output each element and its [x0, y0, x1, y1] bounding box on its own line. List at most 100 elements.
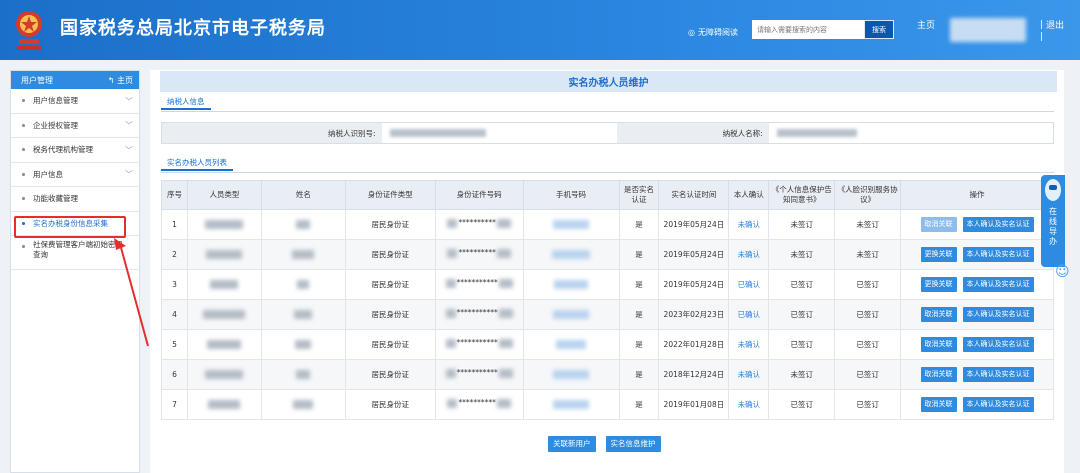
- cell-id-type: 居民身份证: [344, 389, 436, 420]
- confirm-status: 未确认: [737, 249, 761, 259]
- relation-button[interactable]: 取消关联: [920, 307, 957, 322]
- col-header: 序号: [161, 180, 188, 210]
- main-panel: 实名办税人员维护 纳税人信息 纳税人识别号: 纳税人名称: 实名办税人员列表 序…: [150, 70, 1064, 473]
- accessibility-link[interactable]: ◎ 无障碍阅读: [688, 27, 738, 38]
- relation-button[interactable]: 取消关联: [920, 397, 957, 412]
- bullet-icon: [22, 99, 25, 103]
- confirm-auth-button[interactable]: 本人确认及实名认证: [962, 277, 1034, 292]
- confirm-status: 未确认: [737, 339, 761, 349]
- cell-phone: [522, 389, 620, 420]
- relation-button[interactable]: 取消关联: [920, 337, 957, 352]
- cell-verified: 是: [618, 359, 660, 390]
- confirm-auth-button[interactable]: 本人确认及实名认证: [962, 337, 1034, 352]
- table-row: 3 居民身份证 *********** 是 2019年05月24日 已确认 已签订 已签订 更换…: [161, 269, 1054, 300]
- cell-person-type: [186, 359, 262, 390]
- cell-privacy-consent: 已签订: [768, 389, 836, 420]
- tab-divider: [161, 111, 1054, 112]
- cell-verify-date: 2018年12月24日: [658, 359, 730, 390]
- search-button[interactable]: 搜索: [864, 20, 894, 39]
- cell-id-number: ***********: [434, 299, 524, 330]
- sidebar-item-user-info-manage[interactable]: 用户信息管理 ﹀: [11, 89, 139, 114]
- sidebar-item-enterprise-auth[interactable]: 企业授权管理 ﹀: [11, 114, 139, 138]
- chevron-down-icon: ﹀: [125, 170, 133, 180]
- taxpayer-name-value: [768, 123, 1054, 143]
- col-header: 《个人信息保护告知同意书》: [768, 180, 836, 210]
- cell-id-number: **********: [434, 389, 524, 420]
- confirm-auth-button[interactable]: 本人确认及实名认证: [962, 397, 1034, 412]
- search-input[interactable]: [752, 20, 864, 39]
- sidebar-item-tax-agency[interactable]: 税务代理机构管理 ﹀: [11, 138, 139, 163]
- cell-name: [260, 389, 346, 420]
- cell-self-confirm: 已确认: [728, 269, 770, 300]
- cell-phone: [522, 299, 620, 330]
- cell-id-number: ***********: [434, 329, 524, 360]
- id-number-masked: ***********: [456, 278, 498, 288]
- cell-actions: 取消关联 本人确认及实名认证: [900, 329, 1054, 360]
- id-number-masked: **********: [458, 248, 496, 258]
- relation-button[interactable]: 更换关联: [920, 247, 957, 262]
- logout-link[interactable]: 退出: [1046, 18, 1064, 31]
- cell-name: [260, 269, 346, 300]
- online-guide-button[interactable]: 在线导办: [1041, 175, 1065, 267]
- user-name-blurred: [950, 18, 1026, 42]
- cell-verify-date: 2019年01月08日: [658, 389, 730, 420]
- cell-actions: 取消关联 本人确认及实名认证: [900, 209, 1054, 240]
- bullet-icon: [22, 123, 25, 127]
- user-service-icon[interactable]: ☺: [1055, 264, 1075, 284]
- taxpayer-id-value: [381, 123, 617, 143]
- tab-divider: [161, 172, 1054, 173]
- confirm-auth-button[interactable]: 本人确认及实名认证: [962, 367, 1034, 382]
- cell-phone: [522, 209, 620, 240]
- home-link[interactable]: 主页: [917, 18, 935, 31]
- cell-verified: 是: [618, 269, 660, 300]
- cell-person-type: [186, 329, 262, 360]
- sidebar-item-favorites[interactable]: 功能收藏管理: [11, 187, 139, 212]
- cell-privacy-consent: 已签订: [768, 329, 836, 360]
- cell-person-type: [186, 269, 262, 300]
- realname-maintain-button[interactable]: 实名信息维护: [605, 436, 661, 452]
- cell-phone: [522, 359, 620, 390]
- cell-verify-date: 2019年05月24日: [658, 239, 730, 270]
- sidebar-item-label: 税务代理机构管理: [33, 145, 93, 155]
- relation-button[interactable]: 取消关联: [920, 367, 957, 382]
- cell-no: 4: [161, 299, 188, 330]
- chevron-down-icon: ﹀: [125, 96, 133, 106]
- confirm-auth-button[interactable]: 本人确认及实名认证: [962, 247, 1034, 262]
- relation-button[interactable]: 更换关联: [920, 277, 957, 292]
- confirm-auth-button[interactable]: 本人确认及实名认证: [962, 217, 1034, 232]
- col-header: 本人确认: [728, 180, 770, 210]
- sidebar-home-label: 主页: [117, 75, 133, 85]
- link-new-user-button[interactable]: 关联新用户: [548, 436, 596, 452]
- confirm-status: 未确认: [737, 219, 761, 229]
- cell-person-type: [186, 299, 262, 330]
- cell-id-type: 居民身份证: [344, 329, 436, 360]
- cell-name: [260, 239, 346, 270]
- taxpayer-info-row: 纳税人识别号: 纳税人名称:: [161, 122, 1054, 144]
- realname-table: 序号 人员类型 姓名 身份证件类型 身份证件号码 手机号码 是否实名认证 实名认…: [161, 180, 1054, 420]
- cell-verified: 是: [618, 299, 660, 330]
- col-header: 是否实名认证: [618, 180, 660, 210]
- col-header: 身份证件号码: [434, 180, 524, 210]
- sidebar-item-label: 用户信息管理: [33, 96, 78, 106]
- sidebar-item-label: 功能收藏管理: [33, 194, 78, 204]
- sidebar-header: 用户管理 ↰ 主页: [11, 71, 139, 89]
- sidebar-home-link[interactable]: ↰ 主页: [108, 75, 133, 86]
- cell-verify-date: 2022年01月28日: [658, 329, 730, 360]
- tab-realname-list[interactable]: 实名办税人员列表: [161, 157, 233, 171]
- cell-verified: 是: [618, 329, 660, 360]
- confirm-auth-button[interactable]: 本人确认及实名认证: [962, 307, 1034, 322]
- tax-emblem-icon: [16, 11, 42, 50]
- cell-self-confirm: 未确认: [728, 239, 770, 270]
- bullet-icon: [22, 197, 25, 201]
- page-title: 实名办税人员维护: [160, 71, 1057, 92]
- table-row: 4 居民身份证 *********** 是 2023年02月23日 已确认 已签订 已签订 取消…: [161, 299, 1054, 330]
- col-header: 《人脸识别服务协议》: [834, 180, 902, 210]
- tab-taxpayer-info[interactable]: 纳税人信息: [161, 96, 211, 110]
- cell-no: 5: [161, 329, 188, 360]
- sidebar-item-user-info[interactable]: 用户信息 ﹀: [11, 163, 139, 187]
- relation-button[interactable]: 取消关联: [920, 217, 957, 232]
- cell-actions: 取消关联 本人确认及实名认证: [900, 359, 1054, 390]
- online-guide-label: 在线导办: [1048, 207, 1058, 247]
- bullet-icon: [22, 245, 25, 248]
- cell-person-type: [186, 389, 262, 420]
